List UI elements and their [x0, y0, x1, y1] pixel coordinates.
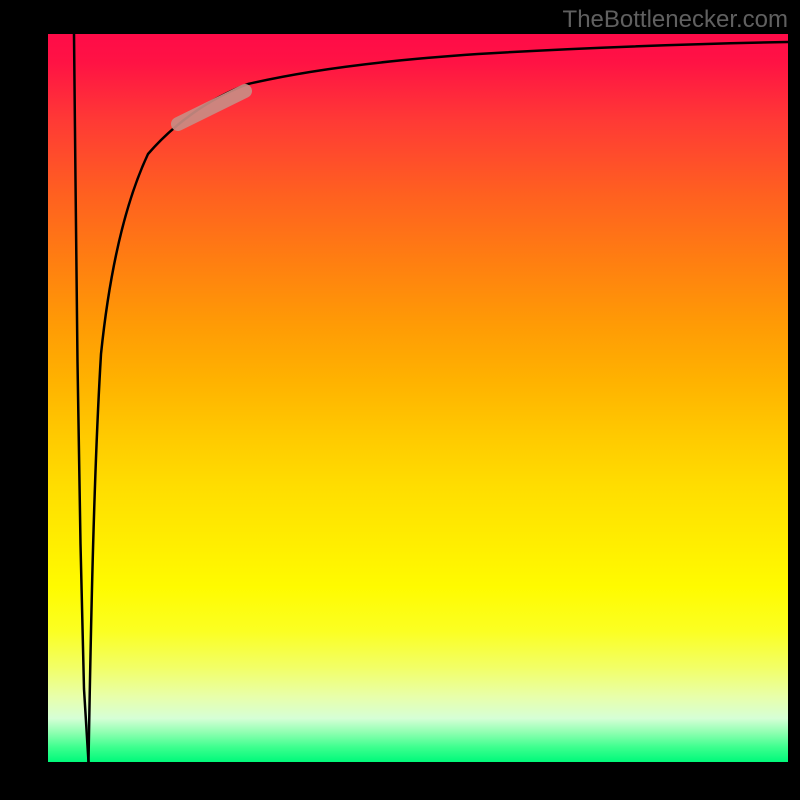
watermark-text: TheBottlenecker.com	[563, 6, 788, 34]
chart-svg	[48, 34, 788, 762]
chart-plot-area	[48, 34, 788, 762]
curve-right-branch	[89, 42, 789, 762]
curve-left-branch	[74, 34, 89, 762]
highlight-segment	[178, 91, 245, 124]
